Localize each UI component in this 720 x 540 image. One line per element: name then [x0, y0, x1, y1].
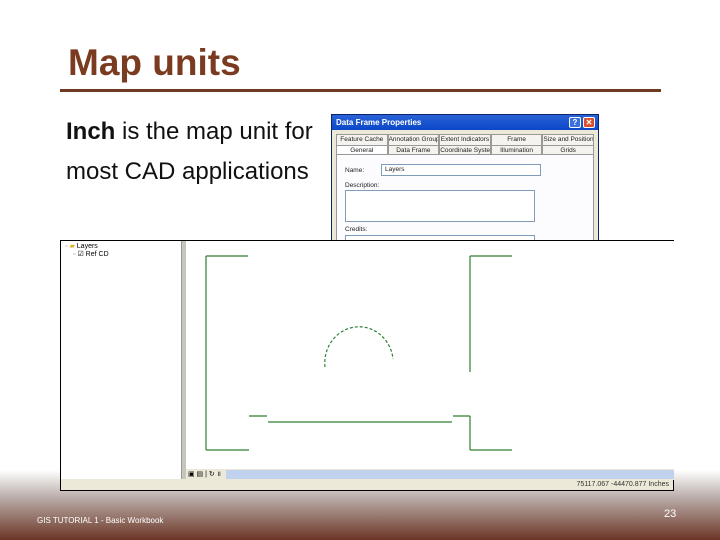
title-divider [60, 89, 661, 92]
toc-root-label: Layers [76, 243, 98, 250]
description-field[interactable] [345, 190, 535, 222]
slide-title: Map units [68, 42, 241, 83]
layers-folder-icon: ▰ [69, 243, 75, 250]
toc-layers[interactable]: ▫ ▰ Layers [65, 242, 98, 250]
toc-layer[interactable]: ▫ ☑ Ref CD [73, 250, 109, 258]
cad-drawing [205, 255, 512, 451]
tab-frame[interactable]: Frame [490, 134, 543, 145]
tab-size-and-position[interactable]: Size and Position [542, 134, 594, 145]
status-coordinates: 75117.067 -44470.877 Inches [576, 481, 669, 488]
tab-annotation-groups[interactable]: Annotation Groups [387, 134, 440, 145]
name-field[interactable]: Layers [381, 164, 541, 176]
data-frame-properties-dialog: Data Frame Properties ? ✕ Feature Cache A… [331, 114, 599, 242]
checkbox-icon[interactable]: ☑ [77, 251, 83, 258]
cad-arc [324, 326, 394, 368]
map-toolbar-scrollbar: ▣ ▤ | ↻ ॥ [186, 469, 674, 480]
general-panel: Name: Layers Description: Credits: [336, 154, 594, 241]
tab-extent-indicators[interactable]: Extent Indicators [439, 134, 491, 145]
slide-body: Inch is the map unit for most CAD applic… [66, 112, 326, 192]
name-label: Name: [345, 167, 365, 174]
tab-feature-cache[interactable]: Feature Cache [336, 134, 388, 145]
footer-text: GIS TUTORIAL 1 - Basic Workbook [37, 516, 164, 525]
horizontal-scrollbar[interactable] [226, 470, 674, 479]
body-bold: Inch [66, 118, 116, 145]
page-number: 23 [664, 508, 677, 520]
dialog-titlebar: Data Frame Properties ? ✕ [332, 115, 598, 130]
arcmap-window: ▫ ▰ Layers ▫ ☑ Ref CD ▣ ▤ | ↻ ॥ 75117.06… [60, 240, 674, 491]
map-display[interactable] [186, 241, 674, 469]
description-label: Description: [345, 182, 380, 189]
close-button[interactable]: ✕ [583, 117, 595, 128]
dialog-title: Data Frame Properties [336, 118, 422, 127]
layout-view-icon[interactable]: ▣ ▤ | ↻ ॥ [188, 470, 221, 479]
help-button[interactable]: ? [569, 117, 581, 128]
table-of-contents: ▫ ▰ Layers ▫ ☑ Ref CD [61, 241, 181, 479]
toc-child-label: Ref CD [85, 251, 109, 258]
credits-label: Credits: [345, 226, 368, 233]
